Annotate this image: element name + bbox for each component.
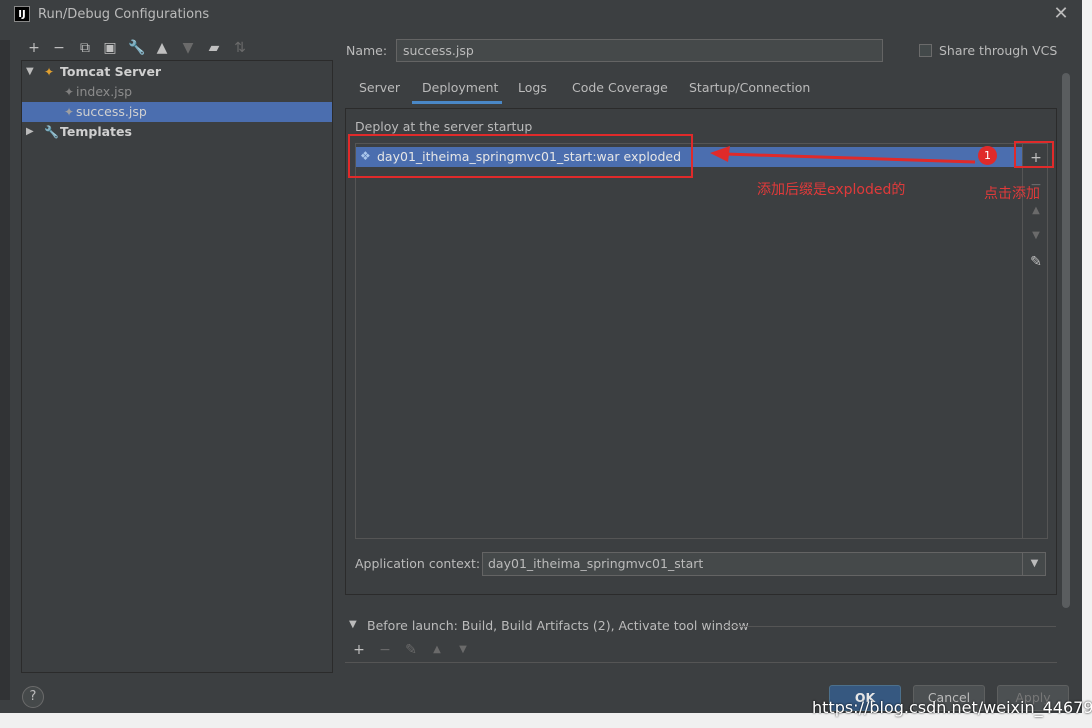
- before-launch-label[interactable]: Before launch: Build, Build Artifacts (2…: [367, 618, 749, 633]
- tab-code-coverage[interactable]: Code Coverage: [572, 80, 668, 102]
- tomcat-icon: ✦: [44, 65, 55, 79]
- tree-item-tomcat-server[interactable]: ▼ ✦ Tomcat Server: [22, 62, 332, 82]
- chevron-down-icon[interactable]: ▼: [349, 619, 357, 630]
- name-label: Name:: [346, 43, 388, 58]
- divider: [722, 626, 1056, 627]
- tree-item-success-jsp[interactable]: ✦ success.jsp: [22, 102, 332, 122]
- deploy-section-label: Deploy at the server startup: [355, 119, 533, 134]
- annotation-note-exploded: 添加后缀是exploded的: [757, 182, 906, 198]
- application-context-label: Application context:: [355, 556, 481, 571]
- name-field[interactable]: success.jsp: [396, 39, 883, 62]
- tab-startup-connection[interactable]: Startup/Connection: [689, 80, 810, 102]
- background-window-strip: [0, 40, 10, 700]
- close-icon[interactable]: ✕: [1052, 5, 1070, 23]
- tomcat-icon: ✦: [64, 105, 75, 119]
- move-down-icon: ▼: [182, 40, 194, 56]
- window-title: Run/Debug Configurations: [38, 7, 210, 22]
- share-vcs-label[interactable]: Share through VCS: [939, 43, 1057, 58]
- intellij-logo-icon: IJ: [14, 6, 30, 22]
- tab-server[interactable]: Server: [359, 80, 400, 102]
- watermark: https://blog.csdn.net/weixin_44679651: [812, 698, 1092, 717]
- remove-icon[interactable]: −: [51, 40, 67, 56]
- sort-icon: ⇅: [234, 40, 246, 56]
- edit-pencil-icon: ✎: [405, 642, 417, 658]
- before-launch-list[interactable]: [345, 662, 1057, 669]
- annotation-arrow: [710, 146, 976, 164]
- chevron-down-icon[interactable]: ▼: [26, 62, 36, 82]
- help-button[interactable]: ?: [22, 686, 44, 708]
- move-down-icon: ▼: [459, 644, 467, 655]
- tab-deployment[interactable]: Deployment: [422, 80, 498, 102]
- application-context-value: day01_itheima_springmvc01_start: [488, 556, 704, 571]
- tomcat-icon: ✦: [64, 85, 75, 99]
- add-icon[interactable]: +: [26, 40, 42, 56]
- vertical-scrollbar[interactable]: [1062, 73, 1070, 608]
- share-vcs-checkbox[interactable]: [919, 44, 932, 57]
- tree-item-label: Templates: [60, 124, 132, 139]
- tree-item-label: index.jsp: [76, 84, 133, 99]
- move-down-icon: ▼: [1032, 230, 1040, 241]
- configuration-tree[interactable]: ▼ ✦ Tomcat Server ✦ index.jsp ✦ success.…: [21, 60, 333, 673]
- artifact-list[interactable]: [355, 143, 1023, 539]
- new-folder-icon[interactable]: ▰: [206, 40, 222, 56]
- add-icon[interactable]: +: [351, 642, 367, 658]
- tree-item-label: success.jsp: [76, 104, 147, 119]
- active-tab-indicator: [412, 101, 502, 104]
- annotation-highlight-artifact: [348, 134, 693, 178]
- chevron-down-icon[interactable]: ▼: [1022, 553, 1046, 575]
- background-window-strip: [1082, 0, 1092, 728]
- tree-item-templates[interactable]: ▶ 🔧 Templates: [22, 122, 332, 142]
- save-icon[interactable]: ▣: [102, 40, 118, 56]
- annotation-highlight-add: [1014, 141, 1054, 168]
- remove-icon: −: [379, 642, 391, 658]
- copy-icon[interactable]: ⧉: [77, 40, 93, 56]
- tree-item-label: Tomcat Server: [60, 64, 162, 79]
- move-up-icon: ▲: [433, 644, 441, 655]
- wrench-icon: 🔧: [44, 125, 59, 139]
- tab-logs[interactable]: Logs: [518, 80, 547, 102]
- move-up-icon: ▲: [1032, 205, 1040, 216]
- annotation-badge: 1: [978, 146, 997, 165]
- edit-pencil-icon[interactable]: ✎: [1026, 252, 1046, 272]
- chevron-right-icon[interactable]: ▶: [26, 122, 36, 142]
- move-up-icon[interactable]: ▲: [154, 40, 170, 56]
- tree-item-index-jsp[interactable]: ✦ index.jsp: [22, 82, 332, 102]
- annotation-note-click-add: 点击添加: [984, 186, 1040, 202]
- wrench-icon[interactable]: 🔧: [128, 40, 145, 56]
